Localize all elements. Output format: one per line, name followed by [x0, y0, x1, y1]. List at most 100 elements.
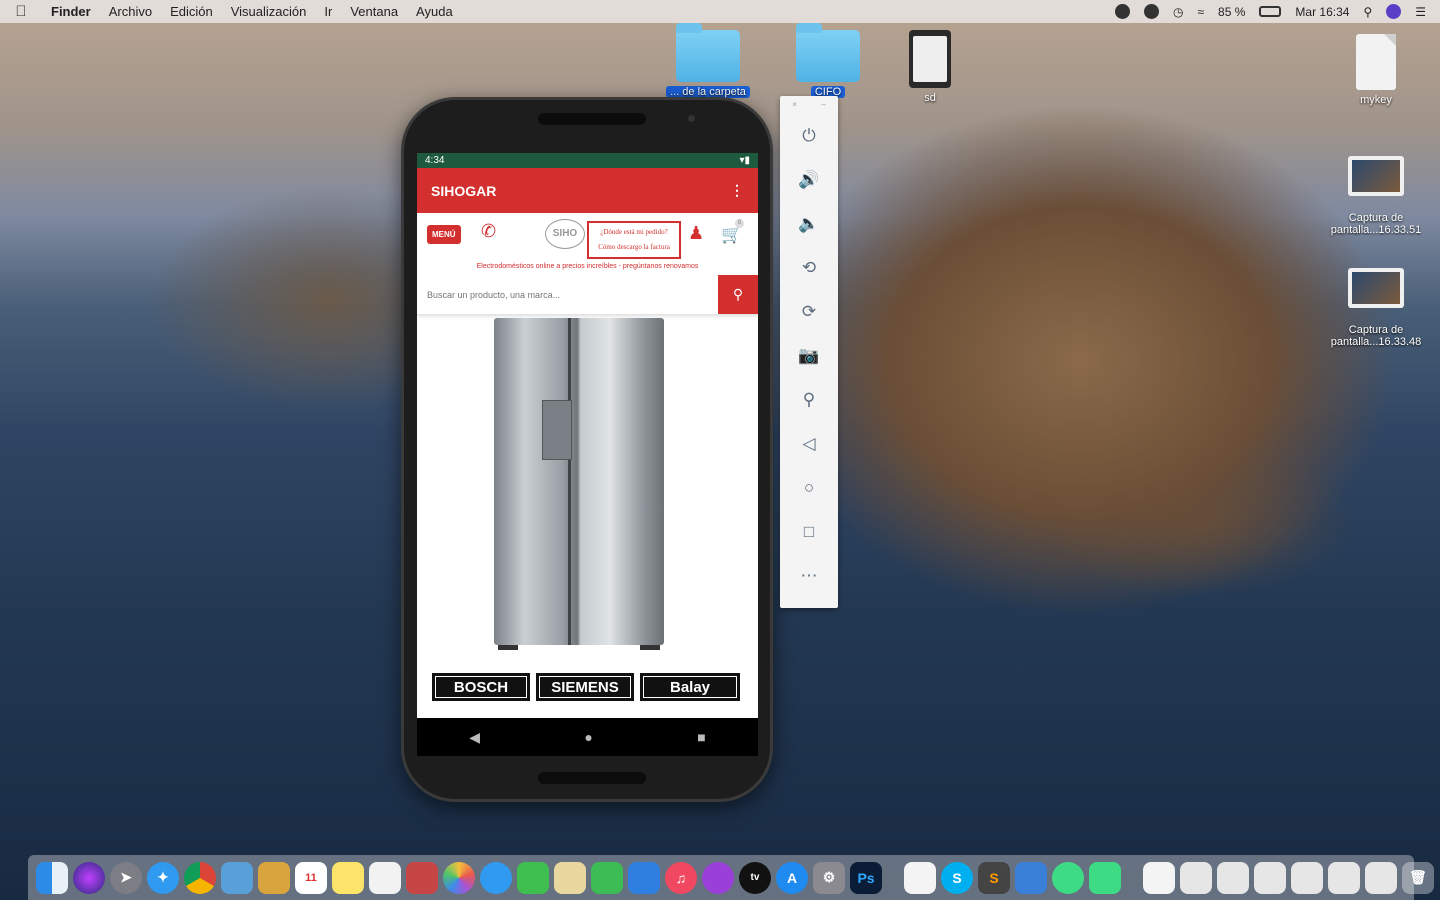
volume-up-icon: 🔊	[798, 170, 820, 189]
home-button[interactable]: ○	[804, 466, 814, 510]
overview-button[interactable]: □	[804, 510, 814, 554]
document-icon[interactable]	[1143, 861, 1175, 894]
app-store-icon[interactable]: A	[776, 861, 808, 894]
desktop-sd[interactable]: sd	[900, 30, 960, 104]
phone-icon[interactable]: ✆	[481, 221, 496, 242]
chrome-icon[interactable]	[184, 861, 216, 894]
more-button[interactable]: ⋯	[801, 554, 818, 598]
nav-back-icon[interactable]: ◀	[469, 729, 480, 746]
screenshot-stack-icon[interactable]	[1328, 861, 1360, 894]
notes-book-icon[interactable]	[258, 861, 290, 894]
desktop-folder-1[interactable]: ... de la carpeta	[660, 23, 756, 98]
rotate-left-button[interactable]: ⟲	[802, 246, 816, 290]
siri-icon[interactable]	[73, 861, 105, 894]
nav-recents-icon[interactable]: ■	[697, 729, 705, 745]
order-help-banner[interactable]: ¿Dónde está mi pedido? Cómo descargo la …	[587, 221, 681, 259]
brand-siemens[interactable]: SIEMENS	[536, 673, 634, 701]
overflow-menu-icon[interactable]: ⋮	[730, 182, 744, 199]
xcode-icon[interactable]	[1015, 861, 1047, 894]
screenshot-stack-icon[interactable]	[1291, 861, 1323, 894]
spotlight-icon[interactable]: ⚲	[1363, 5, 1372, 19]
volume-down-button[interactable]: 🔈	[798, 202, 819, 246]
android-studio-icon[interactable]	[1052, 861, 1084, 894]
brand-balay[interactable]: Balay	[640, 673, 740, 701]
cart-count-badge: 0	[735, 219, 744, 228]
menu-archivo[interactable]: Archivo	[100, 4, 161, 19]
cart-icon[interactable]: 🛒	[721, 225, 742, 245]
desktop-mykey[interactable]: mykey	[1336, 34, 1416, 106]
power-button[interactable]: ⏻	[802, 114, 815, 158]
status-icon[interactable]	[1114, 4, 1130, 19]
maps-icon[interactable]	[554, 861, 586, 894]
calendar-icon[interactable]: 11	[295, 861, 327, 894]
minimize-icon[interactable]: –	[821, 100, 825, 114]
photoshop-icon[interactable]: Ps	[850, 861, 882, 894]
menu-visualizacion[interactable]: Visualización	[222, 4, 316, 19]
volume-up-button[interactable]: 🔊	[798, 158, 819, 202]
desktop-screenshot-2[interactable]: Captura de pantalla...16.33.48	[1316, 268, 1436, 348]
close-icon[interactable]: ×	[792, 100, 797, 114]
menu-ayuda[interactable]: Ayuda	[407, 4, 462, 19]
zoom-button[interactable]: ⚲	[803, 378, 815, 422]
finder-icon[interactable]	[36, 861, 68, 894]
textedit-icon[interactable]	[904, 861, 936, 894]
apple-icon[interactable]: 	[0, 3, 42, 20]
desktop-icon-label: Captura de pantalla...16.33.51	[1330, 212, 1422, 236]
brand-logos: BOSCH SIEMENS Balay	[432, 673, 742, 701]
back-button[interactable]: ◁	[802, 422, 815, 466]
desktop-folder-cifo[interactable]: CIFO	[780, 23, 876, 98]
android-nav-bar: ◀ ● ■	[417, 718, 758, 756]
clock[interactable]: Mar 16:34	[1295, 5, 1349, 19]
apple-tv-icon[interactable]: tv	[739, 861, 771, 894]
trash-icon[interactable]: 🗑	[1402, 861, 1434, 894]
cloud-icon[interactable]	[1143, 4, 1159, 19]
siri-icon[interactable]	[1386, 4, 1402, 19]
sublime-text-icon[interactable]: S	[978, 861, 1010, 894]
site-header: MENÚ ✆ SIHO ¿Dónde está mi pedido? Cómo …	[417, 213, 758, 275]
reminders-icon[interactable]	[369, 861, 401, 894]
user-icon[interactable]: ♟	[688, 223, 704, 244]
phone-screen[interactable]: 4:34 ▾▮ SIHOGAR ⋮ MENÚ ✆ SIHO ¿Dónde est…	[417, 153, 758, 718]
stickies-icon[interactable]	[332, 861, 364, 894]
photos-icon[interactable]	[443, 861, 475, 894]
folder-icon	[796, 23, 860, 82]
screenshot-button[interactable]: 📷	[798, 334, 819, 378]
preview-icon[interactable]	[221, 861, 253, 894]
music-icon[interactable]: ♫	[665, 861, 697, 894]
screenshot-stack-icon[interactable]	[1217, 861, 1249, 894]
facetime-icon[interactable]	[517, 861, 549, 894]
system-preferences-icon[interactable]: ⚙	[813, 861, 845, 894]
screenshot-stack-icon[interactable]	[1365, 861, 1397, 894]
wifi-icon[interactable]: ≈	[1197, 5, 1204, 19]
android-emulator-icon[interactable]	[1089, 861, 1121, 894]
product-image-fridge[interactable]	[494, 318, 664, 650]
search-input[interactable]	[417, 275, 718, 314]
launchpad-icon[interactable]: ➤	[110, 861, 142, 894]
nav-home-icon[interactable]: ●	[584, 729, 592, 745]
time-machine-icon[interactable]: ◷	[1173, 5, 1183, 19]
notification-center-icon[interactable]: ☰	[1415, 5, 1426, 19]
menu-ir[interactable]: Ir	[315, 4, 341, 19]
menu-ventana[interactable]: Ventana	[341, 4, 407, 19]
brand-bosch[interactable]: BOSCH	[432, 673, 530, 701]
skype-icon[interactable]: S	[941, 861, 973, 894]
photo-booth-icon[interactable]	[406, 861, 438, 894]
dock: ➤ ✦ 11 ♫ tv A ⚙ Ps S S 🗑	[28, 855, 1434, 900]
safari-icon[interactable]: ✦	[147, 861, 179, 894]
folder-icon	[676, 23, 740, 82]
messages-icon[interactable]	[480, 861, 512, 894]
menu-finder[interactable]: Finder	[42, 4, 100, 19]
site-logo[interactable]: SIHO	[545, 219, 585, 249]
podcasts-icon[interactable]	[702, 861, 734, 894]
numbers-icon[interactable]	[591, 861, 623, 894]
rotate-right-button[interactable]: ⟳	[802, 290, 816, 334]
menu-edicion[interactable]: Edición	[161, 4, 222, 19]
battery-icon[interactable]	[1259, 6, 1282, 17]
search-button[interactable]: ⚲	[718, 275, 758, 314]
screenshot-stack-icon[interactable]	[1180, 861, 1212, 894]
keynote-icon[interactable]	[628, 861, 660, 894]
battery-percent: 85 %	[1218, 4, 1246, 19]
menu-button[interactable]: MENÚ	[427, 225, 461, 244]
desktop-screenshot-1[interactable]: Captura de pantalla...16.33.51	[1316, 156, 1436, 236]
screenshot-stack-icon[interactable]	[1254, 861, 1286, 894]
